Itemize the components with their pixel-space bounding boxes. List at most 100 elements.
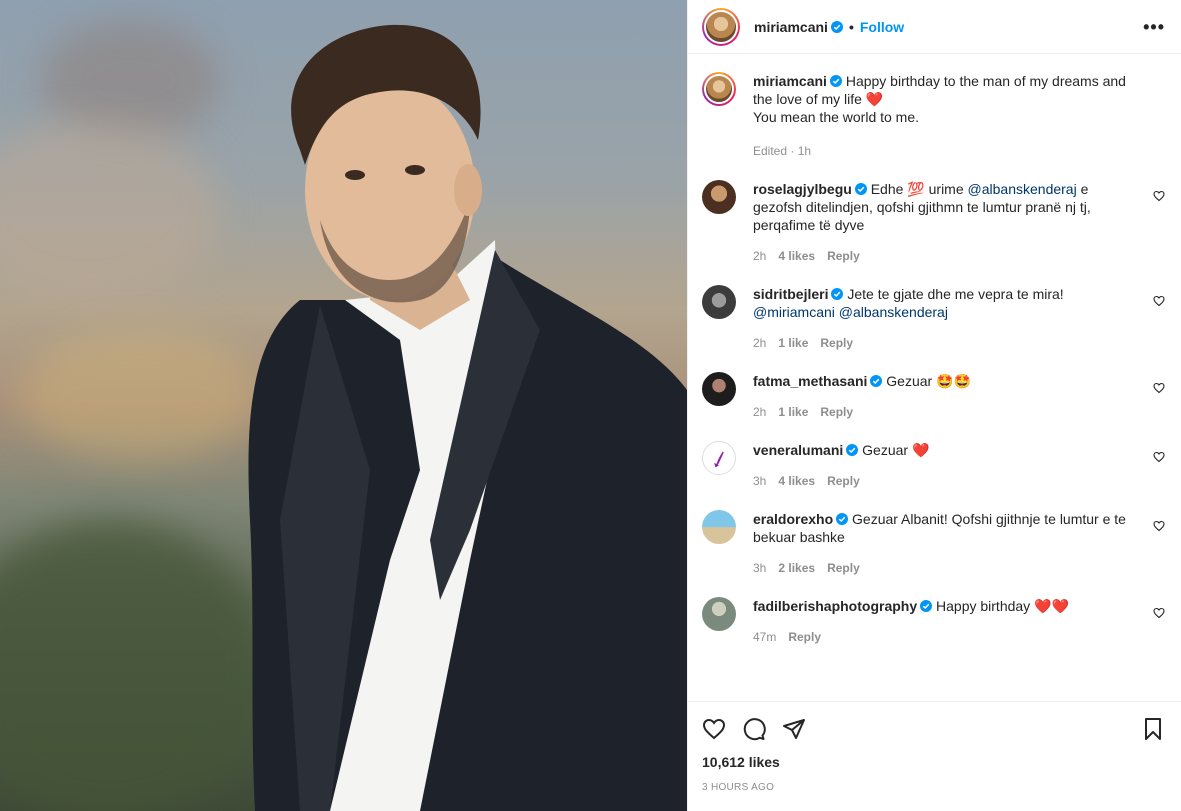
comment-time: 47m	[753, 630, 777, 644]
comment-bubble-icon[interactable]	[742, 717, 766, 741]
comment-item: eraldorexho Gezuar Albanit! Qofshi gjith…	[702, 510, 1165, 577]
comment-text: Gezuar	[862, 442, 909, 458]
post-footer: 10,612 likes 3 HOURS AGO	[688, 701, 1181, 811]
save-bookmark-icon[interactable]	[1141, 717, 1165, 741]
reply-button[interactable]: Reply	[820, 403, 853, 421]
verified-badge-icon	[920, 600, 933, 612]
comment-username[interactable]: fatma_methasani	[753, 373, 867, 389]
red-hearts-emoji: ❤️❤️	[1034, 598, 1069, 614]
verified-badge-icon	[831, 288, 844, 300]
comment-username[interactable]: sidritbejleri	[753, 286, 828, 302]
comment-time: 2h	[753, 405, 767, 419]
comment-meta: 47m Reply	[753, 628, 1069, 646]
caption: miriamcani Happy birthday to the man of …	[702, 72, 1165, 160]
like-comment-heart-icon[interactable]	[1153, 607, 1165, 619]
like-comment-heart-icon[interactable]	[1153, 295, 1165, 307]
comment-item: roselagjylbegu Edhe 💯 urime @albanskende…	[702, 180, 1165, 265]
comment-likes[interactable]: 1 like	[778, 334, 808, 352]
share-paper-plane-icon[interactable]	[782, 717, 806, 741]
comment-likes[interactable]: 4 likes	[778, 472, 815, 490]
comment-meta: 3h 2 likes Reply	[753, 559, 1135, 577]
reply-button[interactable]: Reply	[827, 247, 860, 265]
comment-likes[interactable]: 4 likes	[778, 247, 815, 265]
comment-time: 2h	[753, 336, 767, 350]
reply-button[interactable]: Reply	[820, 334, 853, 352]
comment-body: roselagjylbegu Edhe 💯 urime @albanskende…	[753, 180, 1165, 265]
brush-logo-icon	[714, 451, 724, 468]
comments-list: miriamcani Happy birthday to the man of …	[688, 54, 1181, 701]
mention-link[interactable]: @albanskenderaj	[839, 304, 948, 320]
post-side-panel: miriamcani • Follow ••• miriamcani Happy…	[687, 0, 1181, 811]
caption-edited-time: Edited · 1h	[753, 144, 812, 158]
mention-link[interactable]: @miriamcani	[753, 304, 835, 320]
comment-username[interactable]: roselagjylbegu	[753, 181, 852, 197]
comment-text: Gezuar	[886, 373, 933, 389]
comment-meta: 3h 4 likes Reply	[753, 472, 929, 490]
like-comment-heart-icon[interactable]	[1153, 520, 1165, 532]
comment-item: sidritbejleri Jete te gjate dhe me vepra…	[702, 285, 1165, 352]
post-header: miriamcani • Follow •••	[688, 0, 1181, 54]
comment-username[interactable]: eraldorexho	[753, 511, 833, 527]
follow-button[interactable]: Follow	[860, 19, 904, 35]
comment-likes[interactable]: 1 like	[778, 403, 808, 421]
comment-text: Edhe	[870, 181, 904, 197]
verified-badge-icon	[830, 20, 843, 33]
verified-badge-icon	[870, 375, 883, 387]
author-username[interactable]: miriamcani	[754, 19, 828, 35]
caption-meta: Edited · 1h	[753, 142, 1135, 160]
man-in-suit-illustration	[248, 24, 687, 811]
reply-button[interactable]: Reply	[788, 628, 821, 646]
like-comment-heart-icon[interactable]	[1153, 382, 1165, 394]
separator-dot: •	[848, 18, 854, 35]
comment-item: veneralumani Gezuar ❤️ 3h 4 likes Reply	[702, 441, 1165, 490]
verified-badge-icon	[854, 183, 867, 195]
red-heart-emoji: ❤️	[911, 442, 930, 458]
commenter-avatar[interactable]	[702, 441, 736, 475]
comment-body: fadilberishaphotography Happy birthday ❤…	[753, 597, 1099, 646]
instagram-post: miriamcani • Follow ••• miriamcani Happy…	[0, 0, 1181, 811]
comment-body: eraldorexho Gezuar Albanit! Qofshi gjith…	[753, 510, 1165, 577]
star-struck-emoji: 🤩🤩	[936, 373, 971, 389]
comment-body: sidritbejleri Jete te gjate dhe me vepra…	[753, 285, 1094, 352]
mention-link[interactable]: @albanskenderaj	[968, 181, 1077, 197]
comment-username[interactable]: veneralumani	[753, 442, 843, 458]
comment-text: Happy birthday	[936, 598, 1031, 614]
more-options-icon[interactable]: •••	[1143, 18, 1165, 36]
like-comment-heart-icon[interactable]	[1153, 451, 1165, 463]
comment-text: urime	[928, 181, 964, 197]
comment-meta: 2h 1 like Reply	[753, 334, 1064, 352]
commenter-avatar[interactable]	[702, 510, 736, 544]
like-comment-heart-icon[interactable]	[1153, 190, 1165, 202]
reply-button[interactable]: Reply	[827, 472, 860, 490]
verified-badge-icon	[846, 444, 859, 456]
hundred-emoji: 💯	[907, 181, 925, 197]
caption-username[interactable]: miriamcani	[753, 73, 827, 89]
commenter-avatar[interactable]	[702, 285, 736, 319]
comment-meta: 2h 1 like Reply	[753, 403, 971, 421]
like-heart-icon[interactable]	[702, 717, 726, 741]
comment-text: Jete te gjate dhe me vepra te mira!	[847, 286, 1064, 302]
caption-body: miriamcani Happy birthday to the man of …	[753, 72, 1165, 160]
action-bar	[702, 712, 1165, 746]
comment-item: fadilberishaphotography Happy birthday ❤…	[702, 597, 1165, 646]
post-timestamp: 3 HOURS AGO	[702, 782, 775, 793]
comment-time: 3h	[753, 561, 767, 575]
author-avatar[interactable]	[702, 7, 740, 46]
comment-item: fatma_methasani Gezuar 🤩🤩 2h 1 like Repl…	[702, 372, 1165, 421]
verified-badge-icon	[836, 513, 849, 525]
verified-badge-icon	[829, 75, 842, 87]
caption-avatar[interactable]	[702, 72, 736, 106]
likes-count[interactable]: 10,612 likes	[702, 754, 1165, 770]
comment-body: fatma_methasani Gezuar 🤩🤩 2h 1 like Repl…	[753, 372, 1001, 421]
reply-button[interactable]: Reply	[827, 559, 860, 577]
comment-meta: 2h 4 likes Reply	[753, 247, 1135, 265]
post-photo[interactable]	[0, 0, 687, 811]
commenter-avatar[interactable]	[702, 372, 736, 406]
commenter-avatar[interactable]	[702, 180, 736, 214]
comment-time: 3h	[753, 474, 767, 488]
comment-time: 2h	[753, 249, 767, 263]
commenter-avatar[interactable]	[702, 597, 736, 631]
comment-likes[interactable]: 2 likes	[778, 559, 815, 577]
comment-username[interactable]: fadilberishaphotography	[753, 598, 917, 614]
caption-text-line2: You mean the world to me.	[753, 109, 920, 125]
